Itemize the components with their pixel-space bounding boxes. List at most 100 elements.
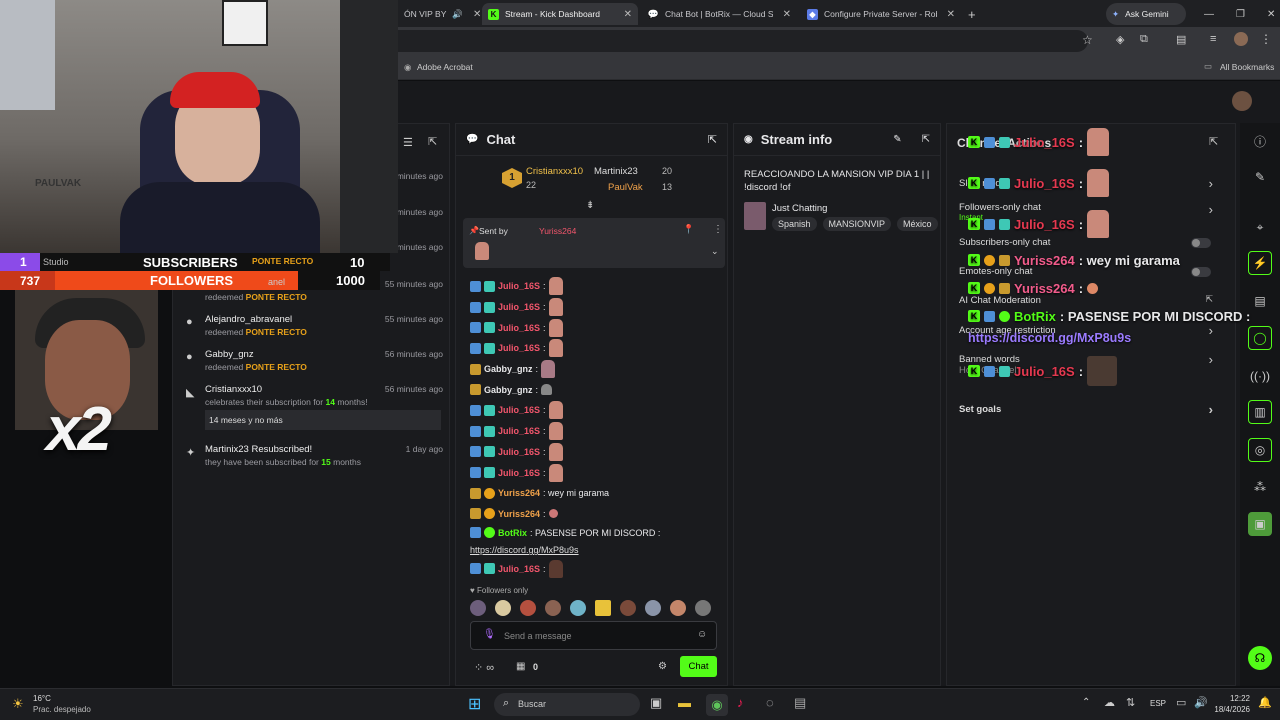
sync-icon[interactable]: ⇅ — [1126, 696, 1135, 709]
notification-bell-icon[interactable]: 🔔 — [1258, 696, 1272, 709]
file-explorer-icon[interactable]: ▬ — [678, 695, 691, 710]
pencil-icon[interactable]: ✎ — [1248, 165, 1272, 189]
network-icon[interactable]: ⁂ — [1248, 475, 1272, 499]
chat-username[interactable]: Gabby_gnz — [484, 384, 533, 396]
chat-username[interactable]: Julio_16S — [498, 301, 540, 313]
tab-kick-dashboard[interactable]: K Stream - Kick Dashboard ✕ — [482, 3, 638, 25]
profile-avatar[interactable] — [1234, 32, 1248, 46]
mute-icon[interactable]: 🔊 — [452, 9, 463, 20]
tab-roblox[interactable]: ◆ Configure Private Server - Robl ✕ — [801, 3, 961, 25]
emoji-icon[interactable]: ☺ — [697, 629, 707, 640]
filter-icon[interactable]: ☰ — [403, 136, 413, 149]
info-icon[interactable]: ⓘ — [1248, 129, 1272, 153]
close-icon[interactable]: ✕ — [624, 9, 632, 20]
chat-link[interactable]: https://discord.gg/MxP8u9s — [470, 544, 724, 556]
chat-username[interactable]: Julio_16S — [498, 446, 540, 458]
target-icon[interactable]: ⌖ — [1248, 215, 1272, 239]
weather-icon[interactable]: ☀ — [12, 696, 24, 712]
taskbar-search[interactable]: ⌕ Buscar — [494, 693, 640, 716]
task-view-icon[interactable]: ▣ — [650, 695, 662, 711]
chat-username[interactable]: Yuriss264 — [498, 508, 540, 520]
extension-icon[interactable]: ◈ — [1116, 33, 1124, 46]
toggle-switch[interactable] — [1191, 238, 1211, 248]
more-icon[interactable]: ⋮ — [713, 224, 723, 235]
popout-icon[interactable]: ⇱ — [1209, 135, 1218, 148]
chat-username[interactable]: BotRix — [498, 527, 527, 539]
microphone-icon[interactable]: 🎙 — [483, 629, 496, 640]
setting-subscribers-only[interactable]: Subscribers-only chat — [959, 237, 1229, 248]
chat-username[interactable]: Julio_16S — [498, 404, 540, 416]
volume-icon[interactable]: 🔊 — [1194, 696, 1208, 709]
close-icon[interactable]: ✕ — [947, 9, 955, 20]
emote-button[interactable] — [520, 600, 536, 616]
bookmark-acrobat[interactable]: Adobe Acrobat — [417, 62, 473, 72]
obs-icon[interactable]: ◌ — [766, 695, 774, 710]
infinity-icon[interactable]: ⁘ ∞ — [474, 661, 494, 674]
chat-username[interactable]: Gabby_gnz — [484, 363, 533, 375]
chevron-down-icon[interactable]: ⌄ — [711, 246, 719, 257]
emote-button[interactable] — [570, 600, 586, 616]
chat-username[interactable]: Yuriss264 — [498, 487, 540, 499]
tab-botrix[interactable]: 💬 Chat Bot | BotRix — Cloud Stre ✕ — [642, 3, 797, 25]
pin-icon[interactable]: 📍 — [683, 224, 694, 235]
chat-bubble-icon[interactable]: ◯ — [1248, 326, 1272, 350]
minimize-icon[interactable]: — — [1204, 9, 1214, 20]
chevron-up-icon[interactable]: ⌃ — [1082, 697, 1090, 708]
layout-icon[interactable]: ▥ — [1248, 400, 1272, 424]
emote-button[interactable] — [470, 600, 486, 616]
chat-input[interactable]: 🎙 Send a message ☺ — [470, 621, 717, 650]
windows-start-icon[interactable]: ⊞ — [468, 694, 481, 714]
user-avatar[interactable] — [1232, 91, 1252, 111]
popout-icon[interactable]: ⇱ — [428, 135, 437, 148]
emote-button[interactable] — [695, 600, 711, 616]
language-indicator[interactable]: ESP — [1150, 699, 1166, 708]
emote-button[interactable] — [495, 600, 511, 616]
emote-button[interactable] — [620, 600, 636, 616]
tab-mansion[interactable]: ÓN VIP BY 🔊 ✕ — [398, 3, 480, 25]
edit-icon[interactable]: ✎ — [893, 134, 901, 145]
star-icon[interactable]: ☆ — [1082, 33, 1093, 47]
close-icon[interactable]: ✕ — [473, 9, 480, 20]
menu-icon[interactable]: ⋮ — [1260, 32, 1272, 46]
close-window-icon[interactable]: ✕ — [1267, 9, 1275, 20]
clipboard-icon[interactable]: ▤ — [1248, 289, 1272, 313]
close-icon[interactable]: ✕ — [783, 9, 791, 20]
media-icon[interactable]: ≡ — [1210, 33, 1216, 45]
popout-icon[interactable]: ⇱ — [922, 134, 930, 145]
tab-search-icon[interactable]: ▤ — [1176, 33, 1186, 46]
chrome-icon[interactable]: ◉ — [706, 694, 728, 716]
broadcast-icon[interactable]: ((·)) — [1248, 364, 1272, 388]
restore-icon[interactable]: ❐ — [1236, 9, 1245, 20]
chat-username[interactable]: Julio_16S — [498, 563, 540, 575]
puzzle-icon[interactable]: ⧉ — [1140, 33, 1148, 46]
chat-send-button[interactable]: Chat — [680, 656, 717, 677]
new-tab-button[interactable]: + — [962, 3, 982, 25]
popout-icon[interactable]: ⇱ — [708, 133, 717, 146]
chat-username[interactable]: Julio_16S — [498, 280, 540, 292]
tiktok-icon[interactable]: ♪ — [737, 695, 744, 710]
ask-gemini-button[interactable]: ✦ Ask Gemini — [1106, 3, 1186, 25]
url-field[interactable] — [398, 30, 1088, 52]
chat-username[interactable]: Julio_16S — [498, 342, 540, 354]
chat-username[interactable]: Julio_16S — [498, 322, 540, 334]
emote-button[interactable] — [645, 600, 661, 616]
emote-button[interactable] — [595, 600, 611, 616]
spiral-icon[interactable]: ◎ — [1248, 438, 1272, 462]
toggle-switch[interactable] — [1191, 267, 1211, 277]
all-bookmarks[interactable]: All Bookmarks — [1220, 62, 1274, 72]
monitor-icon[interactable]: ▭ — [1176, 696, 1186, 709]
emote-button[interactable] — [545, 600, 561, 616]
game-icon[interactable]: ▣ — [1248, 512, 1272, 536]
cloud-icon[interactable]: ☁ — [1104, 696, 1115, 709]
collapse-icon[interactable]: ⇟ — [586, 200, 594, 211]
emote-button[interactable] — [670, 600, 686, 616]
setting-set-goals[interactable]: Set goals › — [959, 402, 1229, 417]
tag-list: Spanish MANSIONVIP México — [772, 217, 938, 231]
settings-gear-icon[interactable]: ⚙ — [658, 661, 667, 672]
chat-username[interactable]: Julio_16S — [498, 425, 540, 437]
support-icon[interactable]: ☊ — [1248, 646, 1272, 670]
app-icon[interactable]: ▤ — [794, 695, 806, 711]
store-icon[interactable]: ▦ — [516, 661, 525, 672]
chat-username[interactable]: Julio_16S — [498, 467, 540, 479]
lightning-icon[interactable]: ⚡ — [1248, 251, 1272, 275]
